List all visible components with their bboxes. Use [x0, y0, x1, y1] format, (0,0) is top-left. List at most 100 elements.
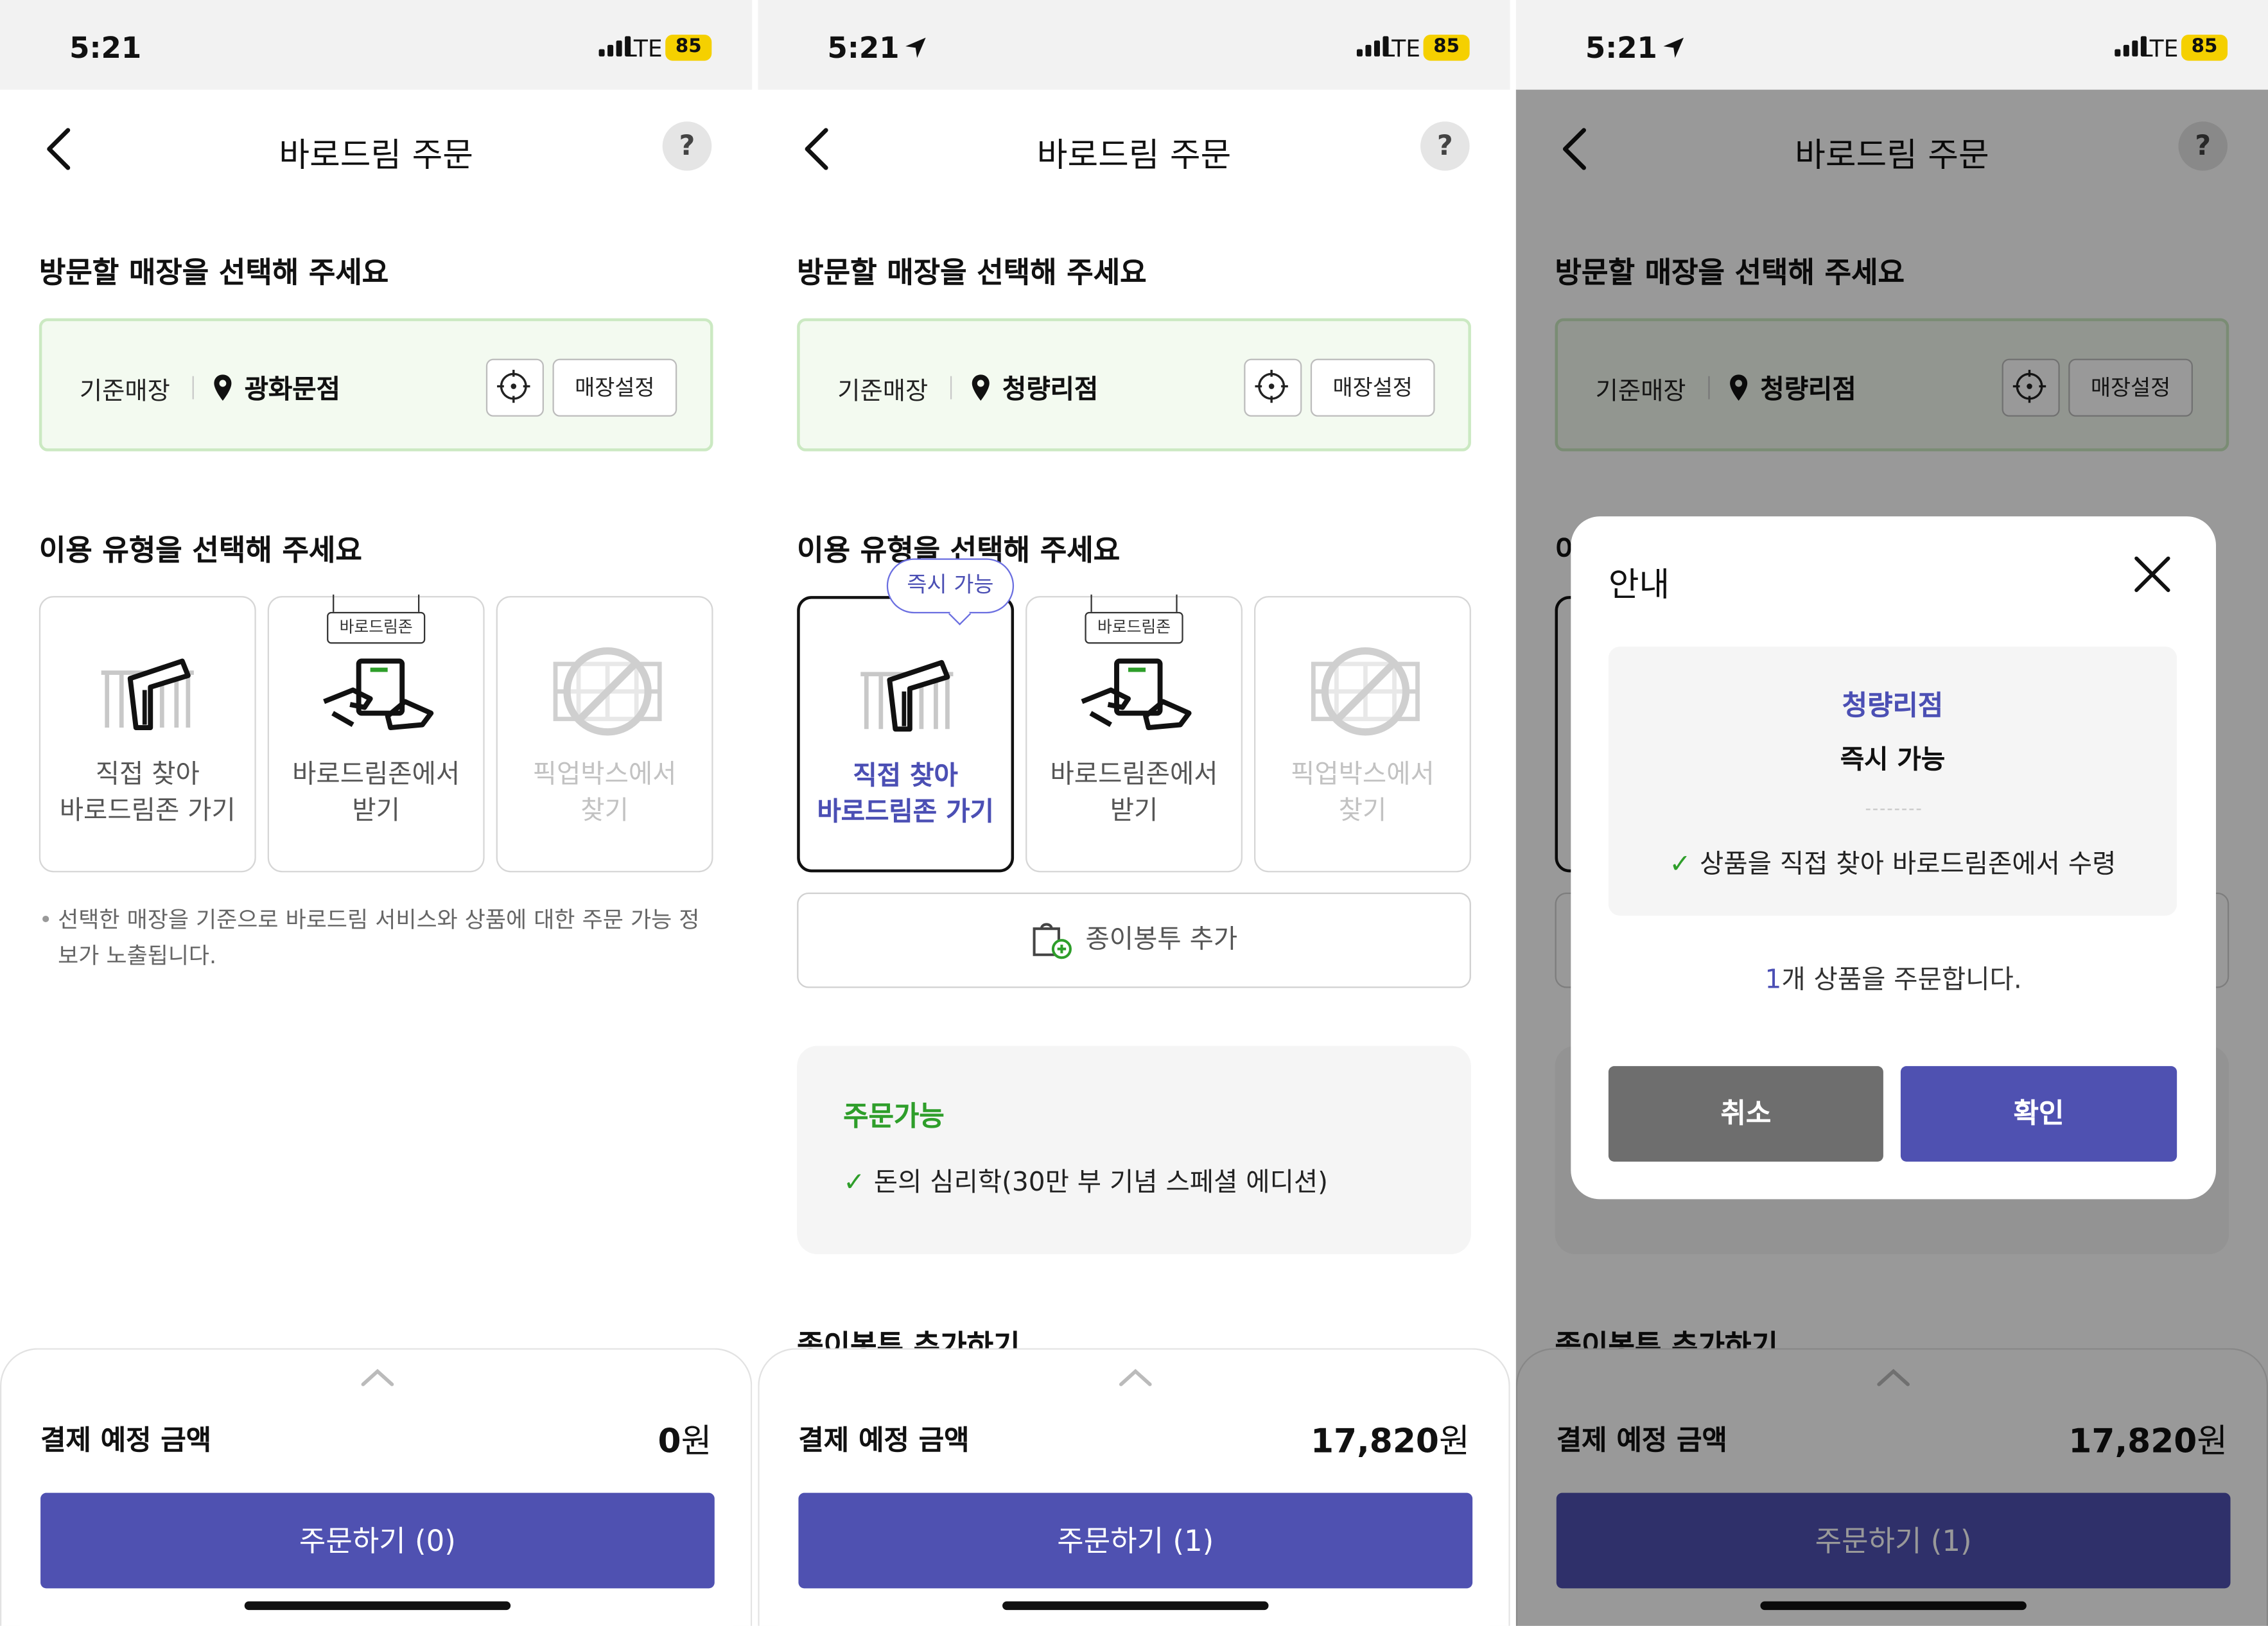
expand-chevron-icon[interactable] — [360, 1367, 395, 1388]
payment-label: 결제 예정 금액 — [798, 1424, 970, 1457]
payment-amount: 0원 — [658, 1413, 712, 1463]
hand-receive-icon — [1081, 658, 1192, 730]
type-section-heading: 이용 유형을 선택해 주세요 — [39, 532, 362, 568]
gps-target-icon — [1255, 369, 1288, 403]
hand-receive-icon — [323, 658, 434, 730]
option-label-line2: 바로드림존 가기 — [59, 795, 236, 826]
dialog-store-name: 청량리점 — [1842, 690, 1944, 722]
dialog-info-box: 청량리점 즉시 가능 ✓ 상품을 직접 찾아 바로드림존에서 수령 — [1608, 646, 2177, 916]
gps-target-button[interactable] — [485, 358, 544, 417]
confirm-button[interactable]: 확인 — [1900, 1066, 2177, 1162]
zone-tag: 바로드림존 — [327, 611, 426, 644]
expand-chevron-icon[interactable] — [1118, 1367, 1153, 1388]
store-label: 기준매장 — [79, 377, 170, 406]
screen-1: 5:21 LTE 85 바로드림 주문 ? 방문할 매장을 선택해 주세요 기준… — [0, 0, 753, 1626]
screenshot-stage: 5:21 LTE 85 바로드림 주문 ? 방문할 매장을 선택해 주세요 기준… — [0, 0, 2268, 1626]
order-button[interactable]: 주문하기 (0) — [40, 1492, 715, 1589]
cancel-button[interactable]: 취소 — [1608, 1066, 1883, 1162]
help-icon[interactable]: ? — [1420, 121, 1470, 171]
option-direct-pickup[interactable]: 직접 찾아바로드림존 가기 — [39, 596, 256, 873]
option-label-line1: 픽업박스에서 — [532, 759, 677, 790]
page-title: 바로드림 주문 — [279, 137, 473, 175]
availability-item: ✓ 돈의 심리학(30만 부 기념 스페셜 에디션) — [843, 1162, 1328, 1200]
store-section-heading: 방문할 매장을 선택해 주세요 — [797, 254, 1147, 290]
option-label-line1: 직접 찾아 — [853, 760, 958, 792]
status-time: 5:21 — [1585, 30, 1685, 65]
battery-indicator: 85 — [1423, 35, 1470, 61]
option-label-line2: 받기 — [352, 795, 400, 826]
store-selector: 기준매장 청량리점 매장설정 — [797, 318, 1471, 451]
store-label: 기준매장 — [837, 377, 929, 406]
product-title: 돈의 심리학(30만 부 기념 스페셜 에디션) — [873, 1167, 1329, 1198]
dialog-description: ✓ 상품을 직접 찾아 바로드림존에서 수령 — [1669, 849, 2116, 880]
pickup-box-disabled-icon — [1311, 647, 1420, 736]
zone-tag: 바로드림존 — [1085, 611, 1183, 644]
option-pickup-box[interactable]: 픽업박스에서찾기 — [496, 596, 713, 873]
payment-label: 결제 예정 금액 — [40, 1424, 212, 1457]
amount-value: 17,820 — [1310, 1423, 1439, 1462]
home-indicator — [244, 1601, 511, 1611]
option-direct-pickup[interactable]: 직접 찾아바로드림존 가기 — [797, 596, 1015, 873]
close-icon[interactable] — [2129, 551, 2176, 597]
battery-indicator: 85 — [2181, 35, 2228, 61]
option-label-line2: 바로드림존 가기 — [817, 797, 994, 828]
page-title: 바로드림 주문 — [1036, 137, 1232, 175]
availability-box: 주문가능 ✓ 돈의 심리학(30만 부 기념 스페셜 에디션) — [797, 1045, 1471, 1255]
amount-value: 0 — [658, 1423, 681, 1462]
option-label-line1: 바로드림존에서 — [1050, 759, 1218, 790]
availability-title: 주문가능 — [843, 1101, 945, 1133]
location-pin-icon — [214, 374, 232, 401]
paper-bag-label: 종이봉투 추가 — [1085, 924, 1238, 955]
screen-3: 5:21 LTE 85 바로드림 주문 ? 방문할 매장을 선택해 주세요 기준… — [1515, 0, 2268, 1626]
paper-bag-add-button[interactable]: 종이봉투 추가 — [797, 892, 1471, 988]
store-name: 청량리점 — [1002, 374, 1099, 405]
location-arrow-icon — [1662, 37, 1684, 58]
option-zone-receive[interactable]: 바로드림존 바로드림존에서받기 — [1025, 594, 1243, 873]
network-type: LTE — [2140, 35, 2179, 62]
paper-bag-add-icon — [1033, 923, 1072, 959]
checkmark-icon: ✓ — [843, 1167, 866, 1198]
gps-target-button[interactable] — [1244, 358, 1302, 417]
option-label-line1: 픽업박스에서 — [1291, 759, 1435, 790]
option-pickup-box[interactable]: 픽업박스에서찾기 — [1254, 596, 1471, 873]
status-bar: 5:21 LTE 85 — [758, 0, 1510, 90]
option-label-line2: 찾기 — [1338, 795, 1387, 826]
availability-badge: 즉시 가능 — [886, 558, 1015, 614]
status-time: 5:21 — [827, 30, 927, 65]
payment-amount: 17,820원 — [1311, 1413, 1470, 1463]
store-name: 광화문점 — [244, 374, 340, 405]
order-button[interactable]: 주문하기 (1) — [798, 1492, 1473, 1589]
network-type: LTE — [624, 35, 663, 62]
direct-pickup-icon — [860, 660, 954, 732]
gps-target-icon — [497, 369, 530, 403]
checkmark-icon: ✓ — [1669, 849, 1691, 880]
option-label-line2: 찾기 — [580, 795, 629, 826]
option-label-line1: 바로드림존에서 — [292, 759, 460, 790]
option-zone-receive[interactable]: 바로드림존 바로드림존에서받기 — [267, 594, 485, 873]
battery-indicator: 85 — [665, 35, 712, 61]
store-selector: 기준매장 광화문점 매장설정 — [39, 318, 713, 451]
location-arrow-icon — [905, 37, 926, 58]
help-icon[interactable]: ? — [662, 121, 712, 171]
network-type: LTE — [1382, 35, 1421, 62]
home-indicator — [1002, 1601, 1269, 1611]
dialog-availability: 즉시 가능 — [1840, 745, 1946, 776]
status-bar: 5:21 LTE 85 — [1515, 0, 2268, 90]
pickup-box-disabled-icon — [553, 647, 662, 736]
divider — [1865, 809, 1921, 810]
divider — [950, 376, 952, 399]
dialog-order-count: 1개 상품을 주문합니다. — [1765, 965, 2022, 995]
bottom-sheet: 결제 예정 금액 17,820원 주문하기 (1) — [758, 1348, 1510, 1626]
store-section-heading: 방문할 매장을 선택해 주세요 — [39, 254, 389, 290]
confirm-dialog: 안내 청량리점 즉시 가능 ✓ 상품을 직접 찾아 바로드림존에서 수령 1개 상… — [1571, 516, 2216, 1200]
store-set-button[interactable]: 매장설정 — [552, 358, 677, 417]
screen-2: 5:21 LTE 85 바로드림 주문 ? 방문할 매장을 선택해 주세요 기준… — [758, 0, 1510, 1626]
direct-pickup-icon — [101, 658, 194, 730]
info-note: 선택한 매장을 기준으로 바로드림 서비스와 상품에 대한 주문 가능 정보가 … — [39, 903, 719, 975]
dialog-title: 안내 — [1608, 567, 1670, 605]
option-label-line2: 받기 — [1110, 795, 1158, 826]
option-label-line1: 직접 찾아 — [95, 759, 200, 790]
divider — [192, 376, 194, 399]
amount-currency: 원 — [681, 1423, 712, 1462]
store-set-button[interactable]: 매장설정 — [1310, 358, 1435, 417]
